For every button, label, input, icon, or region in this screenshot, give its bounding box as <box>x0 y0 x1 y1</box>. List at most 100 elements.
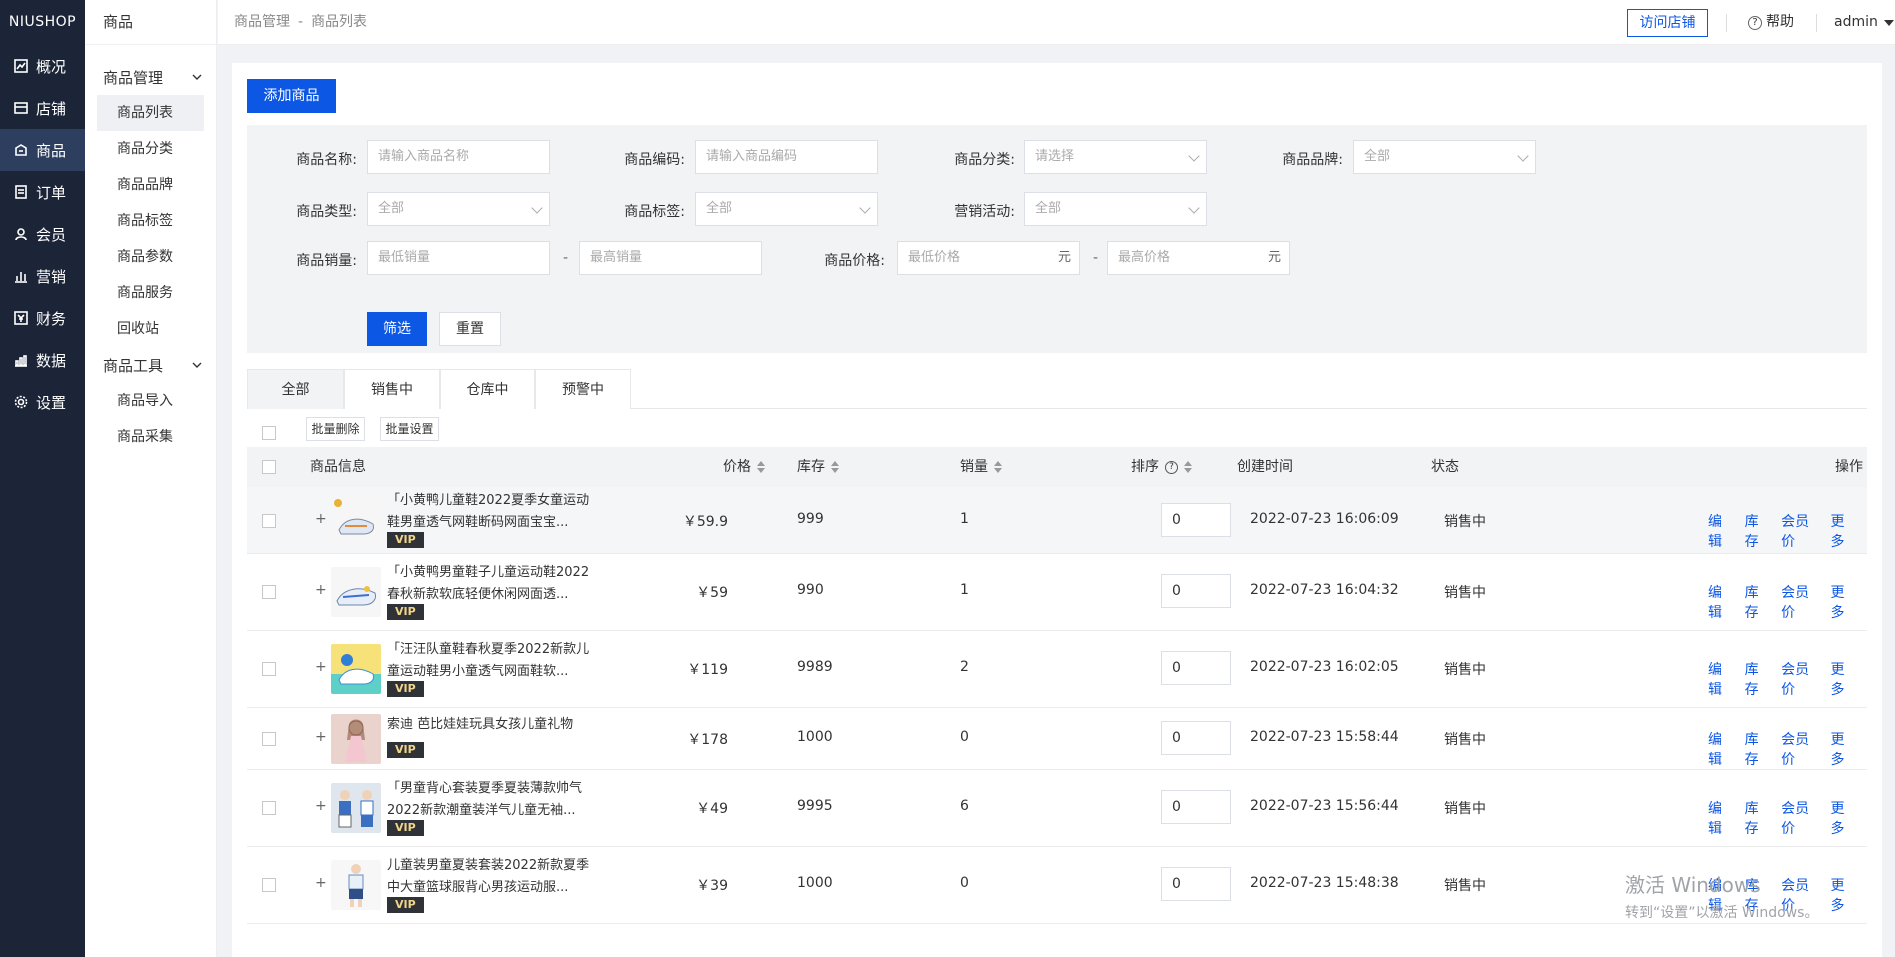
expand-icon[interactable]: + <box>315 511 327 527</box>
th-sales[interactable]: 销量 <box>960 447 1002 487</box>
nav-overview[interactable]: 概况 <box>0 45 85 87</box>
tab-in-warehouse[interactable]: 仓库中 <box>440 369 535 409</box>
stock-link[interactable]: 库存 <box>1745 582 1771 622</box>
goods-thumbnail[interactable] <box>331 860 381 910</box>
expand-icon[interactable]: + <box>315 659 327 675</box>
goods-thumbnail[interactable] <box>331 496 381 546</box>
filter-button[interactable]: 筛选 <box>367 312 427 346</box>
row-checkbox[interactable] <box>262 732 276 746</box>
nav-member[interactable]: 会员 <box>0 213 85 255</box>
expand-icon[interactable]: + <box>315 875 327 891</box>
stock-link[interactable]: 库存 <box>1745 798 1771 838</box>
expand-icon[interactable]: + <box>315 729 327 745</box>
more-link[interactable]: 更多 <box>1830 582 1856 622</box>
sub-item-goods-category[interactable]: 商品分类 <box>97 131 204 167</box>
edit-link[interactable]: 编辑 <box>1708 798 1734 838</box>
goods-name[interactable]: 「男童背心套装夏季夏装薄款帅气2022新款潮童装洋气儿童无袖... <box>387 778 597 822</box>
member-price-link[interactable]: 会员价 <box>1781 729 1819 769</box>
sub-item-goods-tag[interactable]: 商品标签 <box>97 203 204 239</box>
nav-marketing[interactable]: 营销 <box>0 255 85 297</box>
sub-item-goods-service[interactable]: 商品服务 <box>97 275 204 311</box>
add-goods-button[interactable]: 添加商品 <box>247 79 336 113</box>
goods-thumbnail[interactable] <box>331 783 381 833</box>
goods-price: ￥178 <box>687 732 728 748</box>
tab-all[interactable]: 全部 <box>247 369 344 409</box>
sort-input[interactable]: 0 <box>1161 867 1231 901</box>
edit-link[interactable]: 编辑 <box>1708 582 1734 622</box>
sort-input[interactable]: 0 <box>1161 651 1231 685</box>
more-link[interactable]: 更多 <box>1830 511 1856 551</box>
nav-settings[interactable]: 设置 <box>0 381 85 423</box>
sub-item-goods-import[interactable]: 商品导入 <box>97 383 204 419</box>
goods-name[interactable]: 「小黄鸭男童鞋子儿童运动鞋2022春秋新款软底轻便休闲网面透... <box>387 562 597 606</box>
tab-warning[interactable]: 预警中 <box>535 369 631 409</box>
select-all-checkbox[interactable] <box>262 460 276 474</box>
th-stock[interactable]: 库存 <box>797 447 839 487</box>
th-price[interactable]: 价格 <box>723 447 765 487</box>
goods-thumbnail[interactable] <box>331 644 381 694</box>
tab-on-sale[interactable]: 销售中 <box>344 369 440 409</box>
sort-input[interactable]: 0 <box>1161 503 1231 537</box>
submenu-group-goods-tools[interactable]: 商品工具 <box>85 347 216 383</box>
nav-goods[interactable]: 商品 <box>0 129 85 171</box>
goods-stock: 999 <box>797 511 824 527</box>
stock-link[interactable]: 库存 <box>1745 511 1771 551</box>
sales-min-input[interactable]: 最低销量 <box>367 241 550 275</box>
sub-item-goods-param[interactable]: 商品参数 <box>97 239 204 275</box>
vip-badge: VIP <box>387 681 424 697</box>
stock-link[interactable]: 库存 <box>1745 729 1771 769</box>
sort-input[interactable]: 0 <box>1161 721 1231 755</box>
batch-set-button[interactable]: 批量设置 <box>380 417 439 441</box>
more-link[interactable]: 更多 <box>1830 875 1856 915</box>
sort-input[interactable]: 0 <box>1161 574 1231 608</box>
goods-brand-select[interactable]: 全部 <box>1353 140 1536 174</box>
reset-button[interactable]: 重置 <box>439 312 501 346</box>
sub-item-goods-brand[interactable]: 商品品牌 <box>97 167 204 203</box>
marketing-activity-select[interactable]: 全部 <box>1024 192 1207 226</box>
edit-link[interactable]: 编辑 <box>1708 729 1734 769</box>
member-price-link[interactable]: 会员价 <box>1781 798 1819 838</box>
row-checkbox[interactable] <box>262 662 276 676</box>
price-min-input[interactable]: 最低价格 元 <box>897 241 1080 275</box>
row-checkbox[interactable] <box>262 585 276 599</box>
more-link[interactable]: 更多 <box>1830 659 1856 699</box>
price-max-input[interactable]: 最高价格 元 <box>1107 241 1290 275</box>
row-checkbox[interactable] <box>262 514 276 528</box>
nav-data[interactable]: 数据 <box>0 339 85 381</box>
nav-order[interactable]: 订单 <box>0 171 85 213</box>
batch-delete-button[interactable]: 批量删除 <box>306 417 365 441</box>
row-checkbox[interactable] <box>262 878 276 892</box>
member-price-link[interactable]: 会员价 <box>1781 511 1819 551</box>
user-name: admin <box>1834 14 1878 30</box>
goods-name[interactable]: 索迪 芭比娃娃玩具女孩儿童礼物 <box>387 714 597 736</box>
select-all-top-checkbox[interactable] <box>262 426 276 440</box>
submenu-group-goods-manage[interactable]: 商品管理 <box>85 59 216 95</box>
goods-thumbnail[interactable] <box>331 567 381 617</box>
sort-input[interactable]: 0 <box>1161 790 1231 824</box>
help-link[interactable]: ? 帮助 <box>1748 0 1794 45</box>
nav-finance[interactable]: 财务 <box>0 297 85 339</box>
goods-name[interactable]: 儿童装男童夏装套装2022新款夏季中大童篮球服背心男孩运动服... <box>387 855 597 899</box>
goods-thumbnail[interactable] <box>331 714 381 764</box>
nav-store[interactable]: 店铺 <box>0 87 85 129</box>
sub-item-recycle[interactable]: 回收站 <box>97 311 204 347</box>
sub-item-goods-list[interactable]: 商品列表 <box>97 95 204 131</box>
more-link[interactable]: 更多 <box>1830 798 1856 838</box>
edit-link[interactable]: 编辑 <box>1708 511 1734 551</box>
user-menu[interactable]: admin <box>1834 0 1894 45</box>
breadcrumb-item[interactable]: 商品管理 <box>234 14 290 30</box>
edit-link[interactable]: 编辑 <box>1708 659 1734 699</box>
th-sort[interactable]: 排序? <box>1131 447 1192 487</box>
expand-icon[interactable]: + <box>315 798 327 814</box>
member-price-link[interactable]: 会员价 <box>1781 582 1819 622</box>
stock-link[interactable]: 库存 <box>1745 659 1771 699</box>
goods-name[interactable]: 「汪汪队童鞋春秋夏季2022新款儿童运动鞋男小童透气网面鞋软... <box>387 639 597 683</box>
visit-store-button[interactable]: 访问店铺 <box>1627 9 1708 37</box>
goods-name[interactable]: 「小黄鸭儿童鞋2022夏季女童运动鞋男童透气网鞋断码网面宝宝... <box>387 490 597 534</box>
member-price-link[interactable]: 会员价 <box>1781 659 1819 699</box>
more-link[interactable]: 更多 <box>1830 729 1856 769</box>
sub-item-goods-collect[interactable]: 商品采集 <box>97 419 204 455</box>
table-row: + 「小黄鸭男童鞋子儿童运动鞋2022春秋新款软底轻便休闲网面透... VIP … <box>247 554 1867 631</box>
row-checkbox[interactable] <box>262 801 276 815</box>
expand-icon[interactable]: + <box>315 582 327 598</box>
